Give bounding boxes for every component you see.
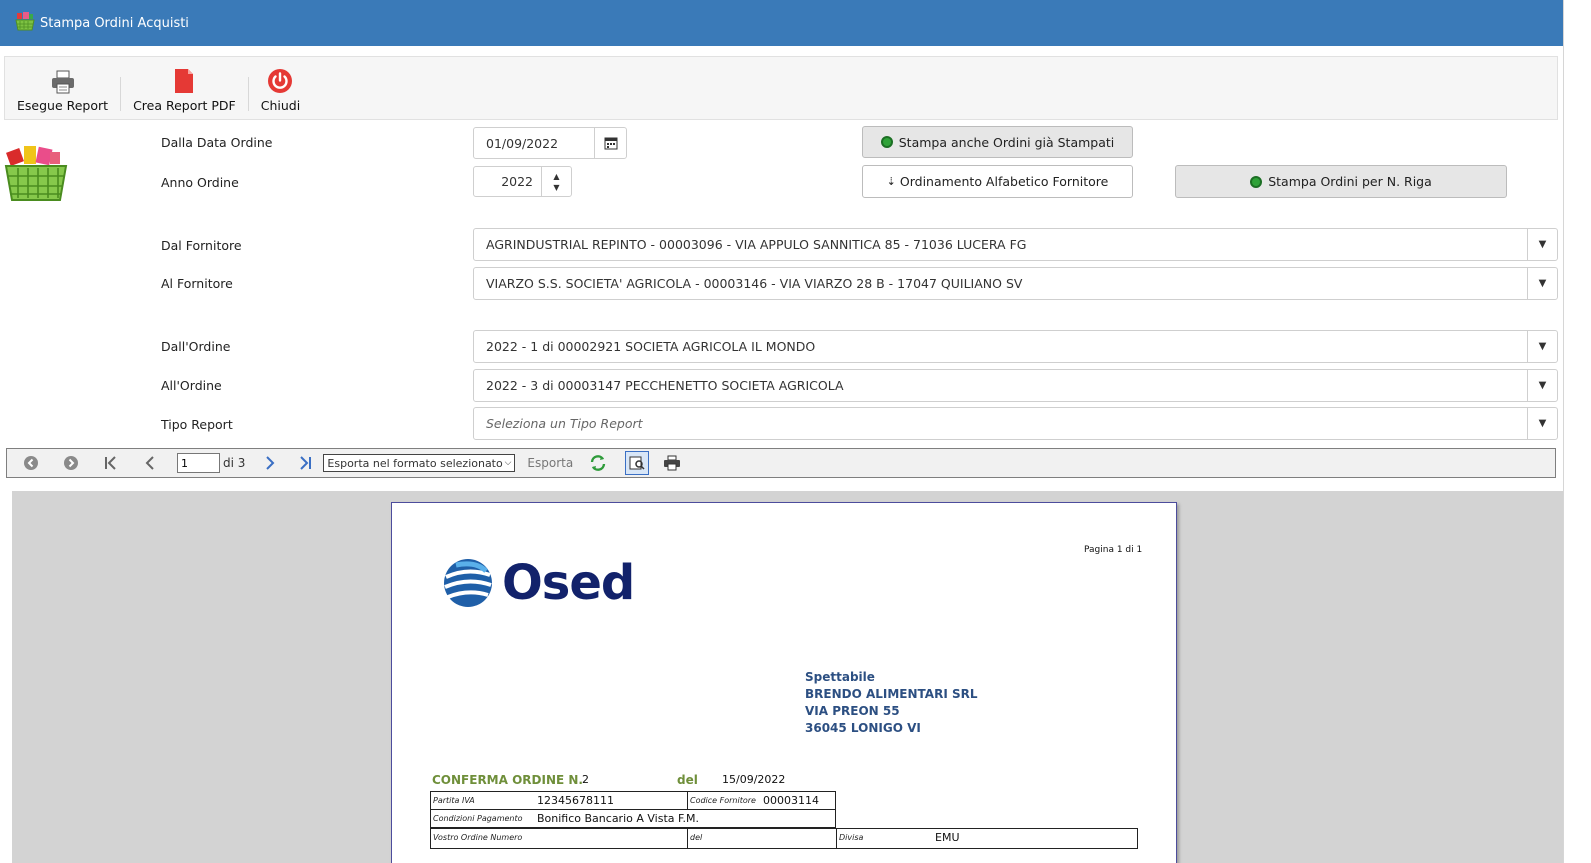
to-order-select[interactable]: 2022 - 3 di 00003147 PECCHENETTO SOCIETA…	[473, 369, 1558, 402]
run-report-label: Esegue Report	[17, 97, 109, 113]
chevron-down-icon: ⌵	[504, 458, 512, 468]
payment-value: Bonifico Bancario A Vista F.M.	[537, 812, 700, 825]
pdf-icon	[175, 68, 194, 93]
report-viewer-toolbar: di 3 Esporta nel formato selezionato ⌵ E…	[6, 448, 1556, 478]
to-supplier-select[interactable]: VIARZO S.S. SOCIETA' AGRICOLA - 00003146…	[473, 267, 1558, 300]
to-supplier-label: Al Fornitore	[161, 276, 233, 291]
chevron-down-icon[interactable]: ▼	[1527, 268, 1557, 299]
report-type-placeholder: Seleziona un Tipo Report	[486, 416, 643, 431]
main-toolbar: Esegue Report Crea Report PDF Chiudi	[4, 56, 1558, 120]
page-number-input[interactable]	[177, 453, 220, 473]
addressee-block: Spettabile BRENDO ALIMENTARI SRL VIA PRE…	[805, 669, 978, 737]
report-type-label: Tipo Report	[161, 417, 233, 432]
date-value: 01/09/2022	[486, 135, 559, 151]
vat-label: Partita IVA	[433, 796, 475, 805]
sort-az-icon: ⇣	[886, 175, 896, 188]
date-field[interactable]: 01/09/2022	[473, 127, 627, 159]
page-total: di 3	[223, 456, 246, 470]
title-bar: Stampa Ordini Acquisti	[0, 0, 1563, 46]
company-logo-text: Osed	[502, 555, 635, 611]
next-page-icon[interactable]	[263, 455, 277, 471]
addressee-line: BRENDO ALIMENTARI SRL	[805, 687, 978, 701]
printer-icon	[51, 70, 74, 93]
print-by-row-toggle[interactable]: Stampa Ordini per N. Riga	[1175, 165, 1507, 198]
basket-logo-icon	[4, 142, 68, 204]
payment-label: Condizioni Pagamento	[433, 814, 523, 823]
forward-icon[interactable]	[63, 455, 79, 471]
create-pdf-label: Crea Report PDF	[133, 97, 236, 113]
year-value: 2022	[501, 174, 533, 189]
calendar-icon[interactable]	[594, 128, 626, 158]
addressee-line: Spettabile	[805, 670, 875, 684]
prev-page-icon[interactable]	[143, 455, 157, 471]
export-format-value: Esporta nel formato selezionato	[327, 456, 503, 470]
create-pdf-button[interactable]: Crea Report PDF	[121, 57, 248, 119]
report-page: Pagina 1 di 1 Osed Spettabile BRENDO ALI…	[391, 502, 1177, 863]
print-already-label: Stampa anche Ordini già Stampati	[898, 134, 1115, 150]
currency-cell	[836, 828, 1138, 849]
active-dot-icon	[1250, 175, 1263, 188]
company-logo: Osed	[442, 555, 635, 611]
date-label: Dalla Data Ordine	[161, 135, 273, 150]
chevron-down-icon[interactable]: ▼	[1527, 331, 1557, 362]
print-icon[interactable]	[663, 455, 681, 471]
supplier-code-value: 00003114	[763, 794, 819, 807]
sort-alpha-label: Ordinamento Alfabetico Fornitore	[899, 174, 1109, 189]
chevron-down-icon[interactable]: ▼	[1527, 370, 1557, 401]
window-right-edge	[1563, 0, 1591, 863]
year-stepper[interactable]: 2022 ▲ ▼	[473, 166, 572, 197]
from-supplier-label: Dal Fornitore	[161, 238, 242, 253]
your-order-date-cell	[687, 828, 837, 849]
print-by-row-label: Stampa Ordini per N. Riga	[1268, 174, 1432, 189]
from-order-label: Dall'Ordine	[161, 339, 231, 354]
report-page-info: Pagina 1 di 1	[1084, 545, 1143, 555]
vat-value: 12345678111	[537, 794, 614, 807]
confirm-order-label: CONFERMA ORDINE N.	[432, 773, 583, 787]
first-page-icon[interactable]	[103, 455, 119, 471]
stepper-arrows-icon[interactable]: ▲ ▼	[541, 167, 571, 196]
currency-label: Divisa	[839, 833, 864, 842]
your-order-label: Vostro Ordine Numero	[433, 833, 523, 842]
your-order-del-label: del	[690, 833, 703, 842]
addressee-line: 36045 LONIGO VI	[805, 721, 921, 735]
supplier-code-label: Codice Fornitore	[690, 796, 756, 805]
print-already-toggle[interactable]: Stampa anche Ordini già Stampati	[862, 126, 1133, 158]
confirm-order-number: 2	[582, 773, 589, 786]
confirm-order-date: 15/09/2022	[722, 773, 786, 786]
confirm-del-label: del	[677, 773, 698, 787]
addressee-line: VIA PREON 55	[805, 704, 900, 718]
basket-icon	[14, 10, 36, 36]
chevron-down-icon[interactable]: ▼	[1527, 408, 1557, 439]
active-dot-icon	[880, 136, 893, 148]
last-page-icon[interactable]	[297, 455, 313, 471]
back-icon[interactable]	[23, 455, 39, 471]
from-supplier-select[interactable]: AGRINDUSTRIAL REPINTO - 00003096 - VIA A…	[473, 228, 1558, 261]
close-label: Chiudi	[260, 97, 301, 113]
year-label: Anno Ordine	[161, 175, 239, 190]
to-order-label: All'Ordine	[161, 378, 222, 393]
export-link[interactable]: Esporta	[527, 456, 573, 470]
export-format-select[interactable]: Esporta nel formato selezionato ⌵	[323, 454, 516, 472]
close-button[interactable]: Chiudi	[249, 57, 312, 119]
report-type-select[interactable]: Seleziona un Tipo Report ▼	[473, 407, 1558, 440]
from-order-value: 2022 - 1 di 00002921 SOCIETA AGRICOLA IL…	[486, 339, 816, 354]
find-in-report-icon[interactable]	[625, 451, 650, 475]
report-viewer[interactable]: Pagina 1 di 1 Osed Spettabile BRENDO ALI…	[12, 491, 1563, 863]
to-supplier-value: VIARZO S.S. SOCIETA' AGRICOLA - 00003146…	[486, 276, 1023, 291]
refresh-icon[interactable]	[589, 454, 607, 472]
sort-alpha-toggle[interactable]: ⇣ Ordinamento Alfabetico Fornitore	[862, 165, 1133, 198]
from-order-select[interactable]: 2022 - 1 di 00002921 SOCIETA AGRICOLA IL…	[473, 330, 1558, 363]
power-icon	[268, 68, 293, 93]
window-title: Stampa Ordini Acquisti	[40, 15, 189, 31]
run-report-button[interactable]: Esegue Report	[5, 57, 120, 119]
to-order-value: 2022 - 3 di 00003147 PECCHENETTO SOCIETA…	[486, 378, 844, 393]
chevron-down-icon[interactable]: ▼	[1527, 229, 1557, 260]
globe-logo-icon	[444, 559, 492, 607]
from-supplier-value: AGRINDUSTRIAL REPINTO - 00003096 - VIA A…	[486, 237, 1027, 252]
currency-value: EMU	[935, 831, 960, 844]
